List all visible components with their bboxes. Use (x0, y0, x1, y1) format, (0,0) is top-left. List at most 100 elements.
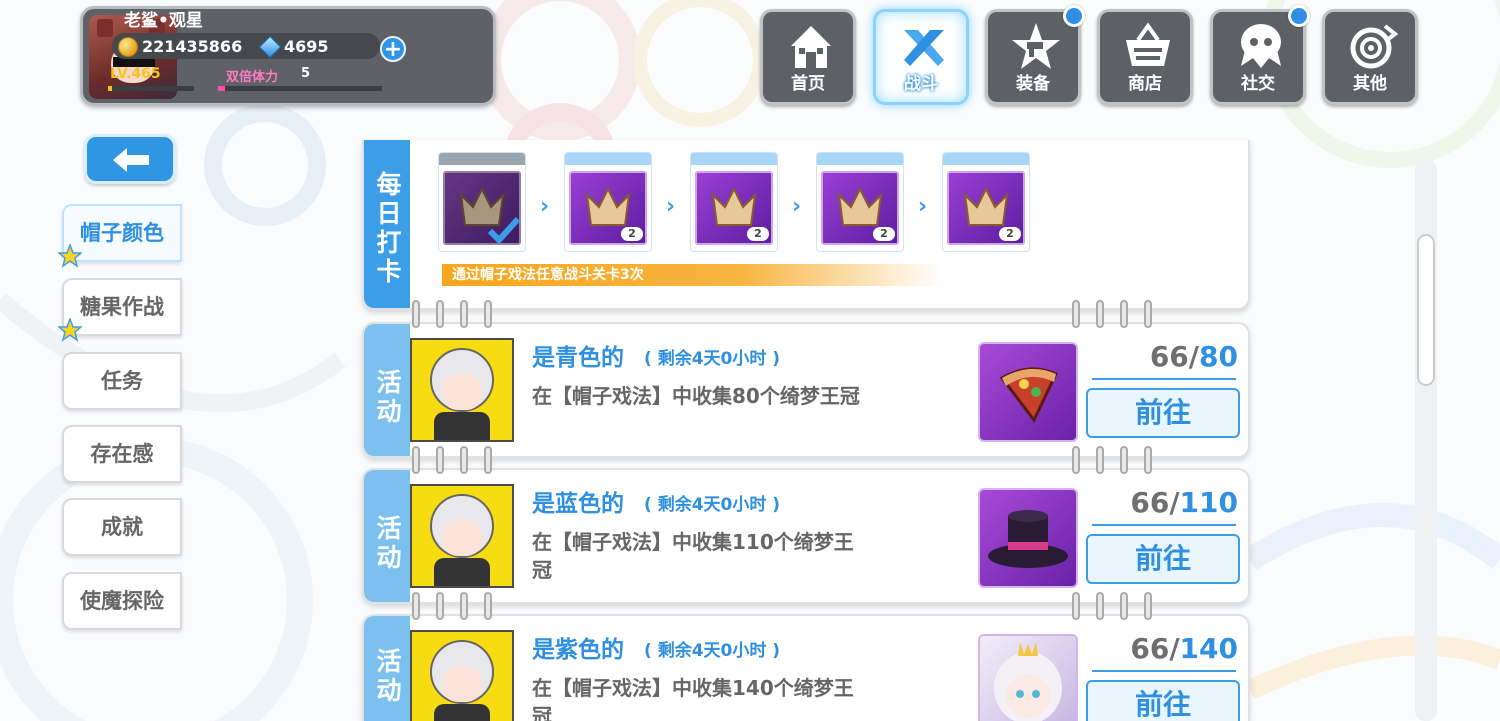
nav-battle-button[interactable]: 战斗 (873, 9, 969, 105)
reward-item[interactable] (978, 488, 1078, 588)
gem-value: 4695 (284, 37, 329, 56)
player-level: LV.465 (110, 66, 161, 82)
nav-shop-button[interactable]: 商店 (1097, 9, 1193, 105)
reward-count: 2 (873, 227, 895, 241)
go-button[interactable]: 前往 (1086, 388, 1240, 438)
reward-item[interactable] (978, 342, 1078, 442)
portrait-face (442, 374, 482, 410)
sidebar-item-label: 成就 (101, 515, 143, 539)
character-portrait (410, 484, 514, 588)
task-title: 是蓝色的 (532, 491, 624, 517)
binder-rings (1072, 446, 1152, 474)
sidebar-item-label: 使魔探险 (80, 589, 164, 613)
task-card: 活动 是青色的 ( 剩余4天0小时 ) 在【帽子戏法】中收集80个绮梦王冠 66… (362, 322, 1250, 458)
portrait-face (442, 520, 482, 556)
add-currency-button[interactable]: + (380, 36, 406, 62)
star-icon (58, 244, 82, 268)
sidebar-item-hat-color[interactable]: 帽子颜色 (58, 204, 182, 268)
binder-rings (412, 592, 492, 620)
reward-item[interactable] (978, 634, 1078, 721)
level-progress-fill (108, 86, 113, 91)
back-button[interactable] (84, 134, 176, 184)
task-description: 在【帽子戏法】中收集140个绮梦王冠 (532, 676, 854, 721)
progress-max: 140 (1179, 632, 1238, 665)
sidebar-item-label: 糖果作战 (80, 295, 164, 319)
binder-rings (1072, 592, 1152, 620)
chevron-right-icon: › (792, 194, 802, 219)
scrollbar-thumb[interactable] (1417, 234, 1435, 386)
chevron-right-icon: › (666, 194, 676, 219)
star-gun-icon (1012, 23, 1060, 69)
chevron-right-icon: › (540, 194, 550, 219)
chevron-right-icon: › (918, 194, 928, 219)
daily-checkin-panel: 每日打卡 › 2 › 2 › 2 › 2 通过帽子戏法任意战斗关卡3次 (362, 140, 1250, 310)
go-button[interactable]: 前往 (1086, 680, 1240, 721)
progress-current: 66 (1149, 340, 1189, 373)
task-time-remaining: ( 剩余4天0小时 ) (644, 349, 781, 369)
task-card: 活动 是蓝色的 ( 剩余4天0小时 ) 在【帽子戏法】中收集110个绮梦王冠 6… (362, 468, 1250, 604)
progress-underline (1092, 378, 1236, 380)
ghost-face-icon (1241, 24, 1281, 68)
card-header (943, 153, 1029, 165)
progress-max: 80 (1199, 340, 1238, 373)
star-icon (58, 318, 82, 342)
house-icon (791, 26, 831, 68)
daily-reward-card[interactable]: 2 (816, 152, 904, 252)
character-portrait (410, 630, 514, 721)
stamina-progress-bar (218, 86, 382, 91)
sidebar-item-presence[interactable]: 存在感 (62, 425, 182, 483)
nav-label: 其他 (1353, 74, 1387, 94)
task-title: 是青色的 (532, 345, 624, 371)
portrait-face (442, 666, 482, 702)
back-arrow-icon (113, 148, 149, 172)
task-progress: 66/80 (1149, 340, 1238, 373)
task-tab-label: 活动 (364, 470, 410, 602)
task-description: 在【帽子戏法】中收集110个绮梦王冠 (532, 530, 854, 582)
daily-reward-card[interactable]: 2 (690, 152, 778, 252)
nav-label: 社交 (1241, 74, 1275, 94)
sidebar-item-candy-battle[interactable]: 糖果作战 (58, 278, 182, 342)
coin-icon (118, 37, 138, 57)
nav-equipment-button[interactable]: 装备 (985, 5, 1085, 105)
card-header (817, 153, 903, 165)
character-portrait (410, 338, 514, 442)
spiral-icon (1350, 24, 1399, 69)
nav-other-button[interactable]: 其他 (1322, 9, 1418, 105)
top-hat-icon (988, 510, 1068, 568)
task-progress: 66/140 (1130, 632, 1238, 665)
task-time-remaining: ( 剩余4天0小时 ) (644, 641, 781, 661)
card-header (565, 153, 651, 165)
card-header (439, 153, 525, 165)
daily-reward-card[interactable]: 2 (942, 152, 1030, 252)
nav-home-button[interactable]: 首页 (760, 9, 856, 105)
binder-rings (1072, 300, 1152, 328)
sidebar-item-tasks[interactable]: 任务 (62, 352, 182, 410)
sidebar-item-label: 任务 (101, 369, 143, 393)
checkmark-icon (487, 216, 521, 245)
anime-girl-portrait-icon (994, 642, 1062, 721)
stamina-value: 5 (301, 66, 311, 81)
task-title: 是紫色的 (532, 637, 624, 663)
shopping-basket-icon (1126, 22, 1170, 66)
progress-underline (1092, 524, 1236, 526)
notification-dot (1288, 5, 1310, 27)
task-tab-label: 活动 (364, 616, 410, 721)
pizza-slice-icon (999, 367, 1059, 423)
stamina-label: 双倍体力 (226, 70, 279, 85)
go-button[interactable]: 前往 (1086, 534, 1240, 584)
reward-count: 2 (747, 227, 769, 241)
task-tab-label: 活动 (364, 324, 410, 456)
daily-reward-card[interactable] (438, 152, 526, 252)
card-header (691, 153, 777, 165)
coin-value: 221435866 (142, 37, 243, 56)
nav-label: 装备 (1016, 74, 1050, 94)
sidebar-item-label: 存在感 (90, 442, 154, 466)
avatar-ear (97, 19, 113, 37)
stamina-progress-fill (218, 86, 225, 91)
nav-social-button[interactable]: 社交 (1210, 5, 1310, 105)
crossed-swords-icon (904, 30, 944, 66)
sidebar-item-familiar-adventure[interactable]: 使魔探险 (62, 572, 182, 630)
task-progress: 66/110 (1130, 486, 1238, 519)
daily-reward-card[interactable]: 2 (564, 152, 652, 252)
sidebar-item-achievements[interactable]: 成就 (62, 498, 182, 556)
